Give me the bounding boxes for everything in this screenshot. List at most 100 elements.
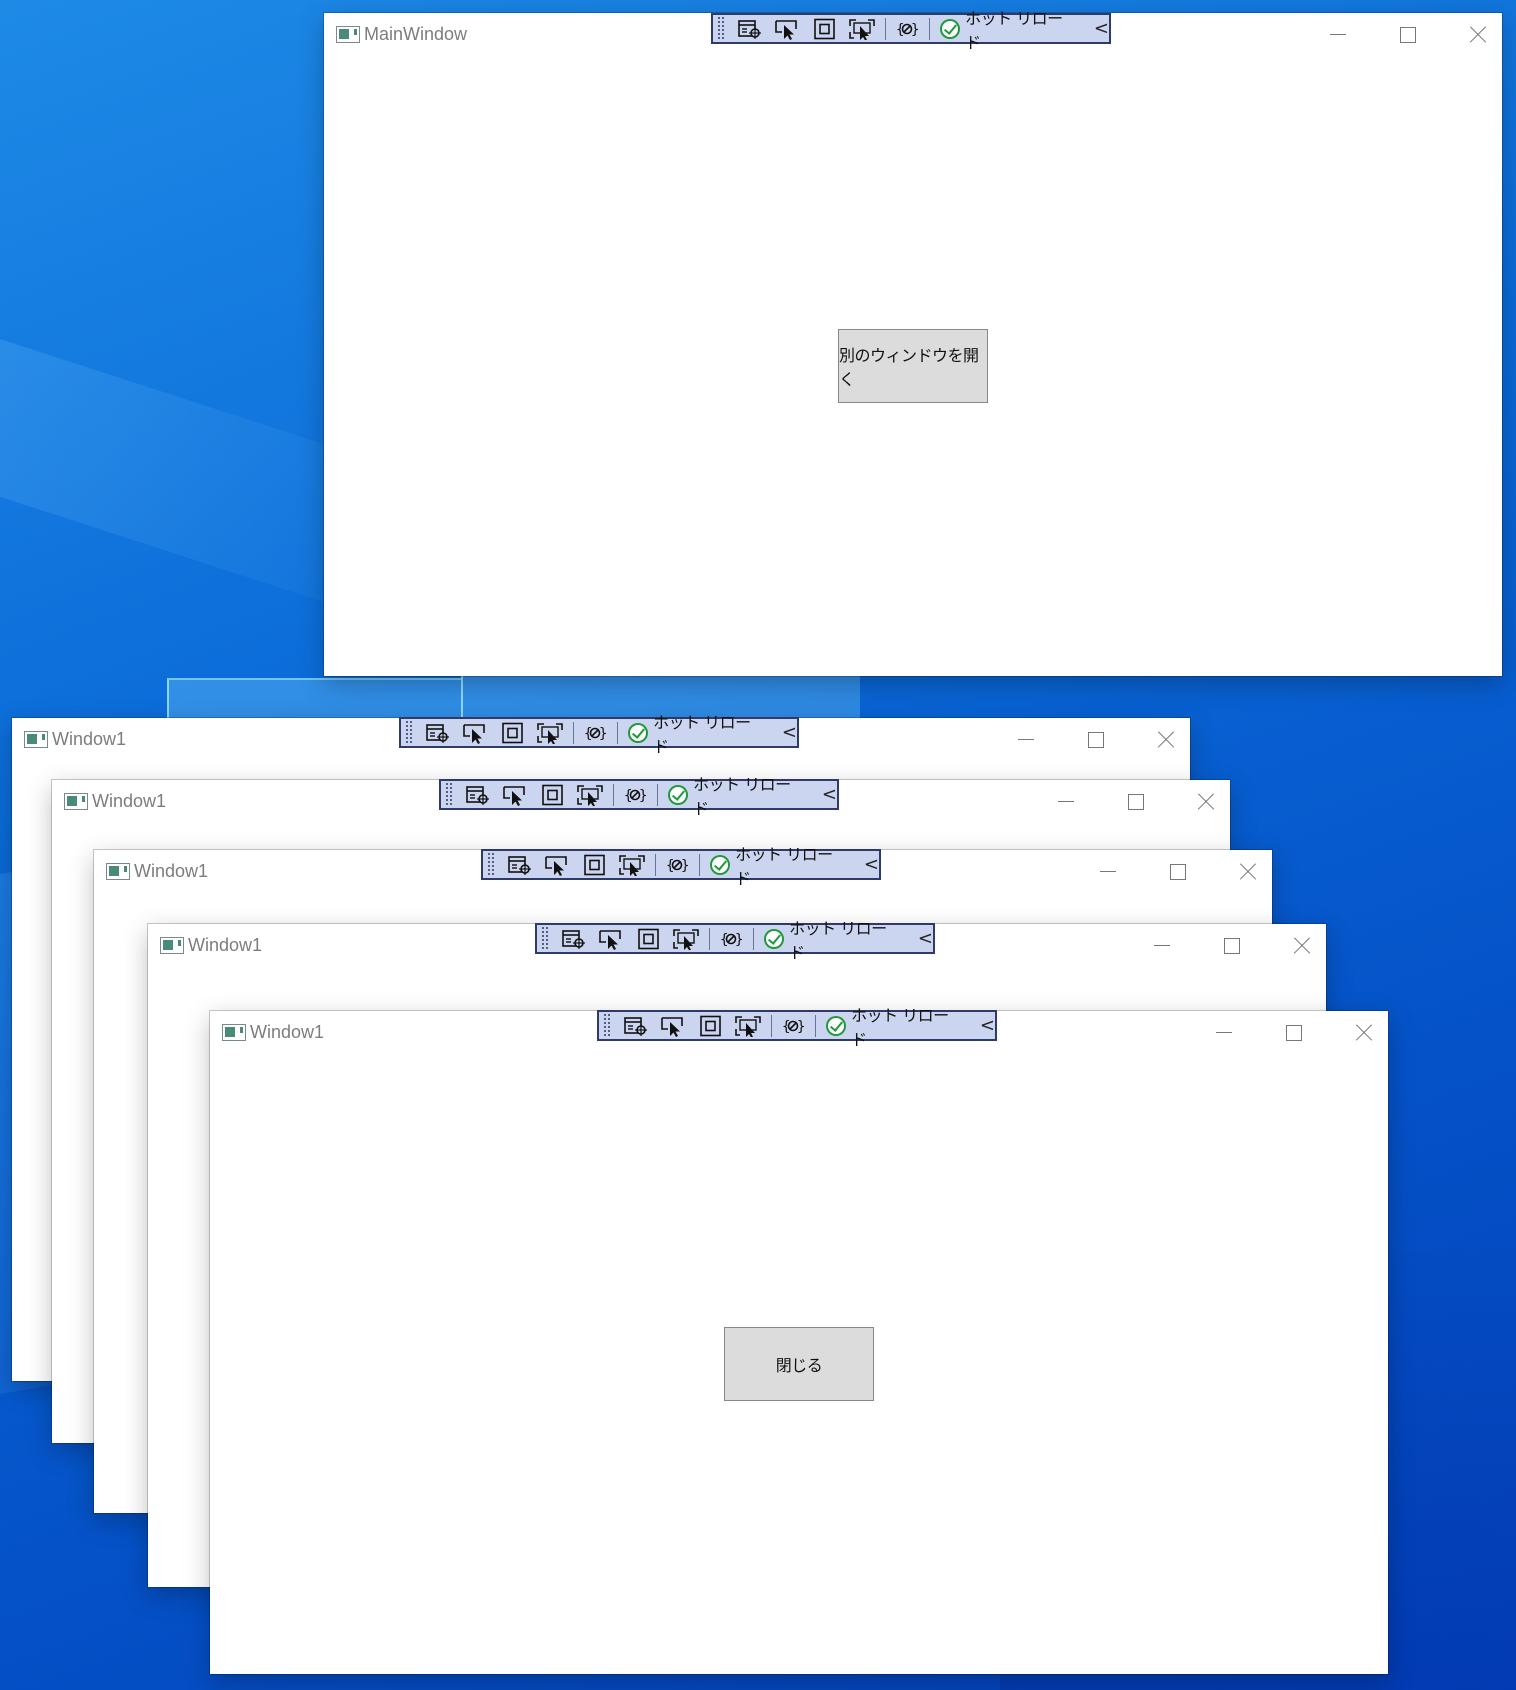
main-window: MainWindow 別のウィンドウを開く [324, 13, 1502, 676]
check-circle-icon [940, 18, 961, 39]
select-element-icon[interactable] [544, 854, 570, 876]
app-icon [64, 793, 88, 810]
track-focus-icon[interactable] [577, 784, 604, 806]
toolbar-separator [699, 853, 701, 876]
maximize-button[interactable] [1168, 862, 1188, 882]
display-layout-adorners-icon[interactable] [812, 18, 838, 40]
close-window-button[interactable] [1468, 25, 1488, 45]
app-icon [106, 863, 130, 880]
check-circle-icon [826, 1015, 847, 1036]
track-focus-icon[interactable] [849, 18, 876, 40]
toolbar-separator [657, 783, 659, 806]
xaml-debug-toolbar: {} ホット リロード < [597, 1006, 997, 1049]
maximize-button[interactable] [1222, 936, 1242, 956]
window-title: MainWindow [364, 24, 468, 44]
binding-failures-icon[interactable]: {} [718, 928, 744, 950]
binding-failures-icon[interactable]: {} [622, 784, 648, 806]
hot-reload-label: ホット リロード [789, 918, 887, 962]
collapse-toolbar-button[interactable]: < [864, 854, 879, 875]
collapse-toolbar-button[interactable]: < [980, 1015, 995, 1036]
minimize-button[interactable] [1098, 862, 1118, 882]
hot-reload-button[interactable]: ホット リロード [710, 841, 846, 889]
hot-reload-button[interactable]: ホット リロード [826, 1002, 962, 1050]
collapse-toolbar-button[interactable]: < [1094, 18, 1109, 39]
hot-reload-button[interactable]: ホット リロード [628, 709, 764, 757]
minimize-button[interactable] [1152, 936, 1172, 956]
binding-failures-icon[interactable]: {} [780, 1015, 806, 1037]
display-layout-adorners-icon[interactable] [500, 722, 526, 744]
maximize-button[interactable] [1086, 730, 1106, 750]
hot-reload-label: ホット リロード [965, 8, 1063, 52]
hot-reload-label: ホット リロード [735, 844, 833, 888]
binding-failures-icon[interactable]: {} [894, 18, 920, 40]
toolbar-grip-handle[interactable] [445, 782, 453, 807]
toolbar-separator [617, 721, 619, 744]
window-title: Window1 [250, 1022, 325, 1042]
display-layout-adorners-icon[interactable] [582, 854, 608, 876]
toolbar-grip-handle[interactable] [603, 1013, 611, 1038]
select-element-icon[interactable] [502, 784, 528, 806]
toolbar-separator [612, 783, 614, 806]
live-visual-tree-icon[interactable] [425, 722, 451, 744]
close-button[interactable]: 閉じる [724, 1327, 874, 1401]
live-visual-tree-icon[interactable] [465, 784, 491, 806]
hot-reload-button[interactable]: ホット リロード [668, 771, 804, 819]
track-focus-icon[interactable] [735, 1015, 762, 1037]
maximize-button[interactable] [1398, 25, 1418, 45]
select-element-icon[interactable] [660, 1015, 686, 1037]
binding-failures-icon[interactable]: {} [582, 722, 608, 744]
svg-text:}: } [735, 932, 743, 948]
hot-reload-button[interactable]: ホット リロード [764, 915, 900, 963]
toolbar-separator [708, 927, 710, 950]
window-title: Window1 [52, 729, 127, 749]
hot-reload-button[interactable]: ホット リロード [940, 5, 1076, 53]
track-focus-icon[interactable] [673, 928, 700, 950]
xaml-debug-toolbar: {} ホット リロード < [535, 919, 935, 962]
xaml-debug-toolbar: {} ホット リロード < [711, 9, 1111, 52]
collapse-toolbar-button[interactable]: < [822, 784, 837, 805]
minimize-button[interactable] [1016, 730, 1036, 750]
close-window-button[interactable] [1196, 792, 1216, 812]
toolbar-separator [815, 1014, 817, 1037]
close-window-button[interactable] [1238, 862, 1258, 882]
check-circle-icon [710, 854, 731, 875]
app-icon [336, 26, 360, 43]
collapse-toolbar-button[interactable]: < [782, 722, 797, 743]
close-window-button[interactable] [1156, 730, 1176, 750]
select-element-icon[interactable] [774, 18, 800, 40]
toolbar-grip-handle[interactable] [405, 720, 413, 745]
app-icon [222, 1024, 246, 1041]
toolbar-grip-handle[interactable] [717, 16, 725, 41]
binding-failures-icon[interactable]: {} [664, 854, 690, 876]
check-circle-icon [628, 722, 649, 743]
maximize-button[interactable] [1126, 792, 1146, 812]
toolbar-grip-handle[interactable] [541, 926, 549, 951]
select-element-icon[interactable] [598, 928, 624, 950]
minimize-button[interactable] [1214, 1023, 1234, 1043]
maximize-button[interactable] [1284, 1023, 1304, 1043]
track-focus-icon[interactable] [619, 854, 646, 876]
live-visual-tree-icon[interactable] [737, 18, 763, 40]
live-visual-tree-icon[interactable] [623, 1015, 649, 1037]
hot-reload-label: ホット リロード [693, 774, 791, 818]
svg-text:}: } [681, 858, 689, 874]
svg-text:}: } [639, 788, 647, 804]
live-visual-tree-icon[interactable] [507, 854, 533, 876]
hot-reload-label: ホット リロード [653, 712, 751, 756]
display-layout-adorners-icon[interactable] [540, 784, 566, 806]
select-element-icon[interactable] [462, 722, 488, 744]
check-circle-icon [764, 928, 785, 949]
display-layout-adorners-icon[interactable] [698, 1015, 724, 1037]
minimize-button[interactable] [1056, 792, 1076, 812]
track-focus-icon[interactable] [537, 722, 564, 744]
live-visual-tree-icon[interactable] [561, 928, 587, 950]
minimize-button[interactable] [1328, 25, 1348, 45]
app-icon [160, 937, 184, 954]
open-window-button[interactable]: 別のウィンドウを開く [838, 329, 988, 403]
close-window-button[interactable] [1292, 936, 1312, 956]
display-layout-adorners-icon[interactable] [636, 928, 662, 950]
collapse-toolbar-button[interactable]: < [918, 928, 933, 949]
hot-reload-label: ホット リロード [851, 1005, 949, 1049]
toolbar-grip-handle[interactable] [487, 852, 495, 877]
close-window-button[interactable] [1354, 1023, 1374, 1043]
